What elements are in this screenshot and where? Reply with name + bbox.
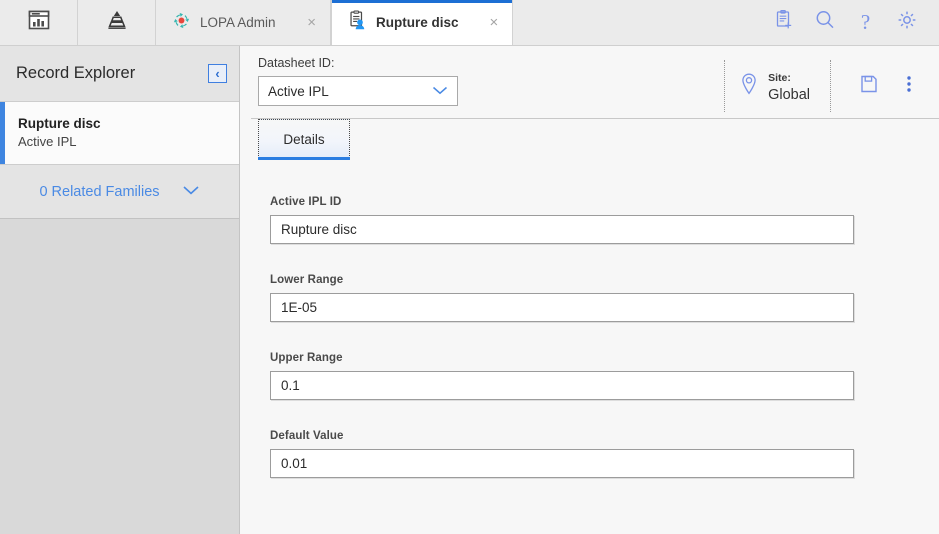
toolbar-spacer xyxy=(513,0,763,45)
lower-range-input[interactable]: 1E-05 xyxy=(270,293,854,322)
site-info: Site: Global xyxy=(725,60,830,112)
main-content: Datasheet ID: Active IPL Site: Global De… xyxy=(241,46,939,534)
tab-rupture-disc[interactable]: Rupture disc × xyxy=(331,0,514,45)
active-ipl-id-input[interactable]: Rupture disc xyxy=(270,215,854,244)
new-record-button[interactable] xyxy=(763,0,804,46)
record-title: Rupture disc xyxy=(18,116,101,131)
sidebar-header: Record Explorer ‹ xyxy=(0,46,239,102)
related-families-label: 0 Related Families xyxy=(39,183,160,200)
tab-lopa-admin[interactable]: LOPA Admin × xyxy=(156,0,331,45)
field-active-ipl-id: Active IPL ID Rupture disc xyxy=(270,196,939,244)
default-value-input[interactable]: 0.01 xyxy=(270,449,854,478)
site-label: Site: xyxy=(768,72,791,84)
page-title: Record Explorer xyxy=(16,64,136,82)
save-button[interactable] xyxy=(849,73,889,100)
field-label: Active IPL ID xyxy=(270,196,342,208)
record-explorer-sidebar: Record Explorer ‹ Rupture disc Active IP… xyxy=(0,46,240,534)
search-button[interactable] xyxy=(804,0,845,46)
field-label: Default Value xyxy=(270,430,344,442)
pyramid-icon xyxy=(104,8,130,37)
overflow-menu-icon xyxy=(905,73,913,100)
close-icon[interactable]: × xyxy=(468,15,499,30)
record-subtitle: Active IPL xyxy=(18,134,77,149)
tab-details-label: Details xyxy=(283,132,325,147)
record-person-icon xyxy=(348,10,367,35)
datasheet-selector-group: Datasheet ID: Active IPL xyxy=(241,56,458,106)
help-icon: ? xyxy=(860,10,871,34)
settings-gear-icon xyxy=(895,8,919,37)
datasheet-selected-value: Active IPL xyxy=(268,83,329,99)
upper-range-input[interactable]: 0.1 xyxy=(270,371,854,400)
sidebar-empty-area xyxy=(0,219,239,534)
detail-tabs: Details xyxy=(241,119,939,160)
save-icon xyxy=(858,73,880,100)
datasheet-header-right: Site: Global xyxy=(724,60,929,112)
datasheet-label: Datasheet ID: xyxy=(258,56,335,70)
datasheet-actions xyxy=(831,60,929,112)
refresh-record-icon xyxy=(172,11,191,35)
field-upper-range: Upper Range 0.1 xyxy=(270,352,939,400)
new-record-icon xyxy=(773,9,795,36)
dashboard-icon xyxy=(26,8,52,37)
tab-label: LOPA Admin xyxy=(200,15,276,30)
site-text: Site: Global xyxy=(768,68,810,104)
sidebar-collapse-button[interactable]: ‹ xyxy=(208,64,227,83)
settings-button[interactable] xyxy=(886,0,927,46)
field-lower-range: Lower Range 1E-05 xyxy=(270,274,939,322)
datasheet-header: Datasheet ID: Active IPL Site: Global xyxy=(241,46,939,118)
details-form: Active IPL ID Rupture disc Lower Range 1… xyxy=(241,160,939,478)
close-icon[interactable]: × xyxy=(285,15,316,30)
sidebar-item-rupture-disc[interactable]: Rupture disc Active IPL xyxy=(0,102,239,165)
top-toolbar: LOPA Admin × Rupture disc × ? xyxy=(0,0,939,46)
location-pin-icon xyxy=(739,72,759,101)
field-default-value: Default Value 0.01 xyxy=(270,430,939,478)
help-button[interactable]: ? xyxy=(845,0,886,46)
site-value: Global xyxy=(768,87,810,103)
field-label: Upper Range xyxy=(270,352,343,364)
toolbar-actions: ? xyxy=(763,0,939,45)
datasheet-select[interactable]: Active IPL xyxy=(258,76,458,106)
dashboard-button[interactable] xyxy=(0,0,78,45)
application-window: LOPA Admin × Rupture disc × ? Record Exp… xyxy=(0,0,939,534)
lopa-layers-button[interactable] xyxy=(78,0,156,45)
chevron-down-icon xyxy=(432,82,448,100)
search-icon xyxy=(813,8,837,37)
tab-details[interactable]: Details xyxy=(258,119,350,160)
field-label: Lower Range xyxy=(270,274,344,286)
chevron-left-icon: ‹ xyxy=(215,66,220,81)
related-families-section[interactable]: 0 Related Families xyxy=(0,165,239,219)
chevron-down-icon[interactable] xyxy=(182,183,200,201)
tab-label: Rupture disc xyxy=(376,15,459,30)
overflow-menu-button[interactable] xyxy=(889,73,929,100)
